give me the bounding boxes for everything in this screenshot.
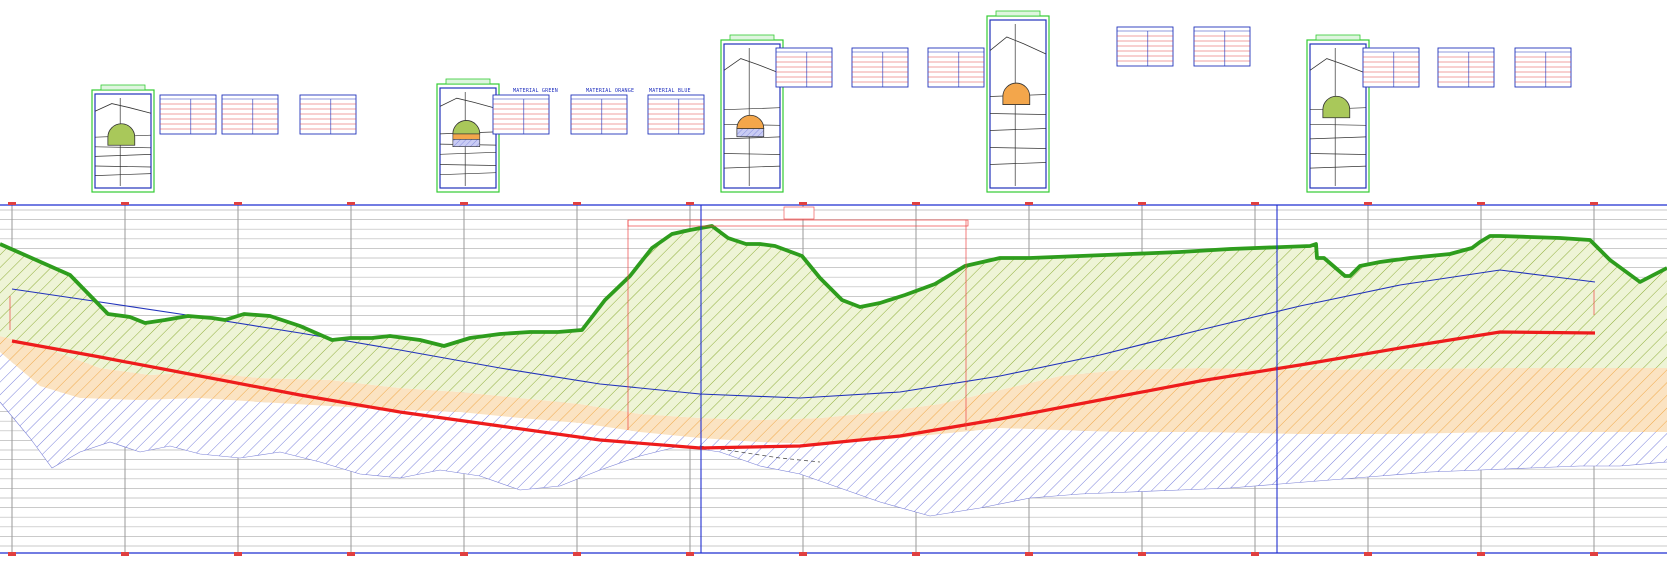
station-tick-top xyxy=(121,202,129,205)
volume-table-frame xyxy=(492,94,550,135)
volume-table-frame xyxy=(221,94,279,135)
station-tick-top xyxy=(1025,202,1033,205)
station-tick-top xyxy=(686,202,694,205)
volume-table-frame xyxy=(1116,26,1174,67)
volume-table-frame xyxy=(927,47,985,88)
station-tick-bottom xyxy=(799,552,807,556)
volume-table-frame xyxy=(299,94,357,135)
station-tick-bottom xyxy=(1590,552,1598,556)
station-tick-top xyxy=(234,202,242,205)
station-tick-top xyxy=(912,202,920,205)
station-tick-top xyxy=(1251,202,1259,205)
material-orange-note: MATERIAL ORANGE xyxy=(586,88,635,94)
section-label-box xyxy=(100,84,146,91)
profile-drawing-canvas xyxy=(0,10,1667,556)
section-fill-orange xyxy=(452,133,481,140)
volume-table-frame xyxy=(1362,47,1420,88)
cross-section-5 xyxy=(1306,34,1572,193)
station-tick-top xyxy=(573,202,581,205)
cross-section-4 xyxy=(986,10,1251,193)
cross-section-1 xyxy=(91,84,357,193)
station-tick-bottom xyxy=(912,552,920,556)
material-blue-note: MATERIAL BLUE xyxy=(649,88,691,94)
volume-table-frame xyxy=(570,94,628,135)
section-label-box xyxy=(995,10,1041,17)
section-label-box xyxy=(1315,34,1361,41)
volume-table xyxy=(221,94,279,135)
station-tick-top xyxy=(8,202,16,205)
station-tick-bottom xyxy=(573,552,581,556)
station-tick-bottom xyxy=(460,552,468,556)
volume-table xyxy=(647,94,705,135)
station-tick-top xyxy=(460,202,468,205)
cross-section-2 xyxy=(436,78,705,193)
material-green-note: MATERIAL GREEN xyxy=(513,88,558,94)
longitudinal-profile xyxy=(0,202,1667,556)
volume-table-frame xyxy=(647,94,705,135)
station-tick-bottom xyxy=(1364,552,1372,556)
station-tick-bottom xyxy=(234,552,242,556)
section-label-box xyxy=(729,34,775,41)
volume-table-frame xyxy=(159,94,217,135)
station-tick-top xyxy=(1138,202,1146,205)
station-tick-bottom xyxy=(347,552,355,556)
volume-table-frame xyxy=(1437,47,1495,88)
volume-table xyxy=(927,47,985,88)
volume-table xyxy=(1362,47,1420,88)
station-tick-bottom xyxy=(1477,552,1485,556)
volume-table xyxy=(775,47,833,88)
volume-table xyxy=(851,47,909,88)
station-tick-top xyxy=(799,202,807,205)
station-tick-top xyxy=(1590,202,1598,205)
volume-table-frame xyxy=(851,47,909,88)
volume-table xyxy=(1437,47,1495,88)
station-tick-top xyxy=(347,202,355,205)
volume-table xyxy=(1193,26,1251,67)
section-fill-blue xyxy=(452,138,481,147)
station-tick-bottom xyxy=(8,552,16,556)
volume-table xyxy=(1514,47,1572,88)
station-tick-bottom xyxy=(686,552,694,556)
section-label-box xyxy=(445,78,491,85)
volume-table xyxy=(299,94,357,135)
station-tick-top xyxy=(1364,202,1372,205)
volume-table xyxy=(570,94,628,135)
volume-table xyxy=(1116,26,1174,67)
volume-table-frame xyxy=(775,47,833,88)
station-tick-bottom xyxy=(121,552,129,556)
section-fill-blue xyxy=(736,128,765,138)
station-tick-top xyxy=(1477,202,1485,205)
volume-table-frame xyxy=(1193,26,1251,67)
volume-table xyxy=(492,94,550,135)
annotation-label-box xyxy=(783,206,815,220)
station-tick-bottom xyxy=(1251,552,1259,556)
volume-table-frame xyxy=(1514,47,1572,88)
cross-sections xyxy=(91,10,1572,193)
annotation-bar xyxy=(627,219,969,227)
station-tick-bottom xyxy=(1138,552,1146,556)
cross-section-3 xyxy=(720,34,985,193)
volume-table xyxy=(159,94,217,135)
station-tick-bottom xyxy=(1025,552,1033,556)
